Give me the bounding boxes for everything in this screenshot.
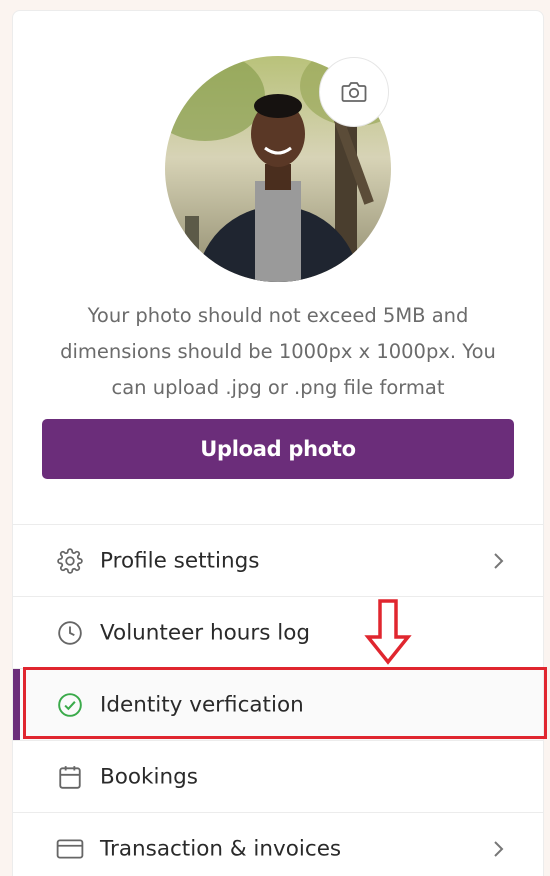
menu-item-volunteer-hours-log[interactable]: Volunteer hours log: [13, 596, 543, 668]
check-circle-icon: [56, 691, 84, 719]
calendar-icon: [56, 763, 84, 791]
menu-item-label: Volunteer hours log: [100, 620, 311, 645]
clock-icon: [56, 619, 84, 647]
card-icon: [56, 835, 84, 863]
menu-item-label: Transaction & invoices: [100, 836, 342, 861]
photo-requirements-text: Your photo should not exceed 5MB and dim…: [60, 304, 496, 399]
menu-item-identity-verification[interactable]: Identity verfication: [13, 668, 543, 741]
avatar-container: [165, 56, 391, 282]
chevron-right-icon: [494, 840, 504, 857]
menu-item-label: Identity verfication: [100, 692, 304, 717]
camera-icon: [341, 82, 367, 102]
menu-item-label: Profile settings: [100, 548, 260, 573]
menu-item-profile-settings[interactable]: Profile settings: [13, 524, 543, 596]
menu-item-label: Bookings: [100, 764, 198, 789]
account-menu: Profile settings Volunteer hours log Ide…: [13, 524, 543, 876]
gear-icon: [56, 547, 84, 575]
menu-item-transactions-invoices[interactable]: Transaction & invoices: [13, 812, 543, 876]
menu-item-bookings[interactable]: Bookings: [13, 740, 543, 812]
change-photo-button[interactable]: [319, 57, 389, 127]
active-indicator: [13, 669, 20, 741]
upload-photo-button[interactable]: Upload photo: [42, 419, 514, 479]
profile-card: Your photo should not exceed 5MB and dim…: [12, 10, 544, 876]
chevron-right-icon: [494, 552, 504, 569]
